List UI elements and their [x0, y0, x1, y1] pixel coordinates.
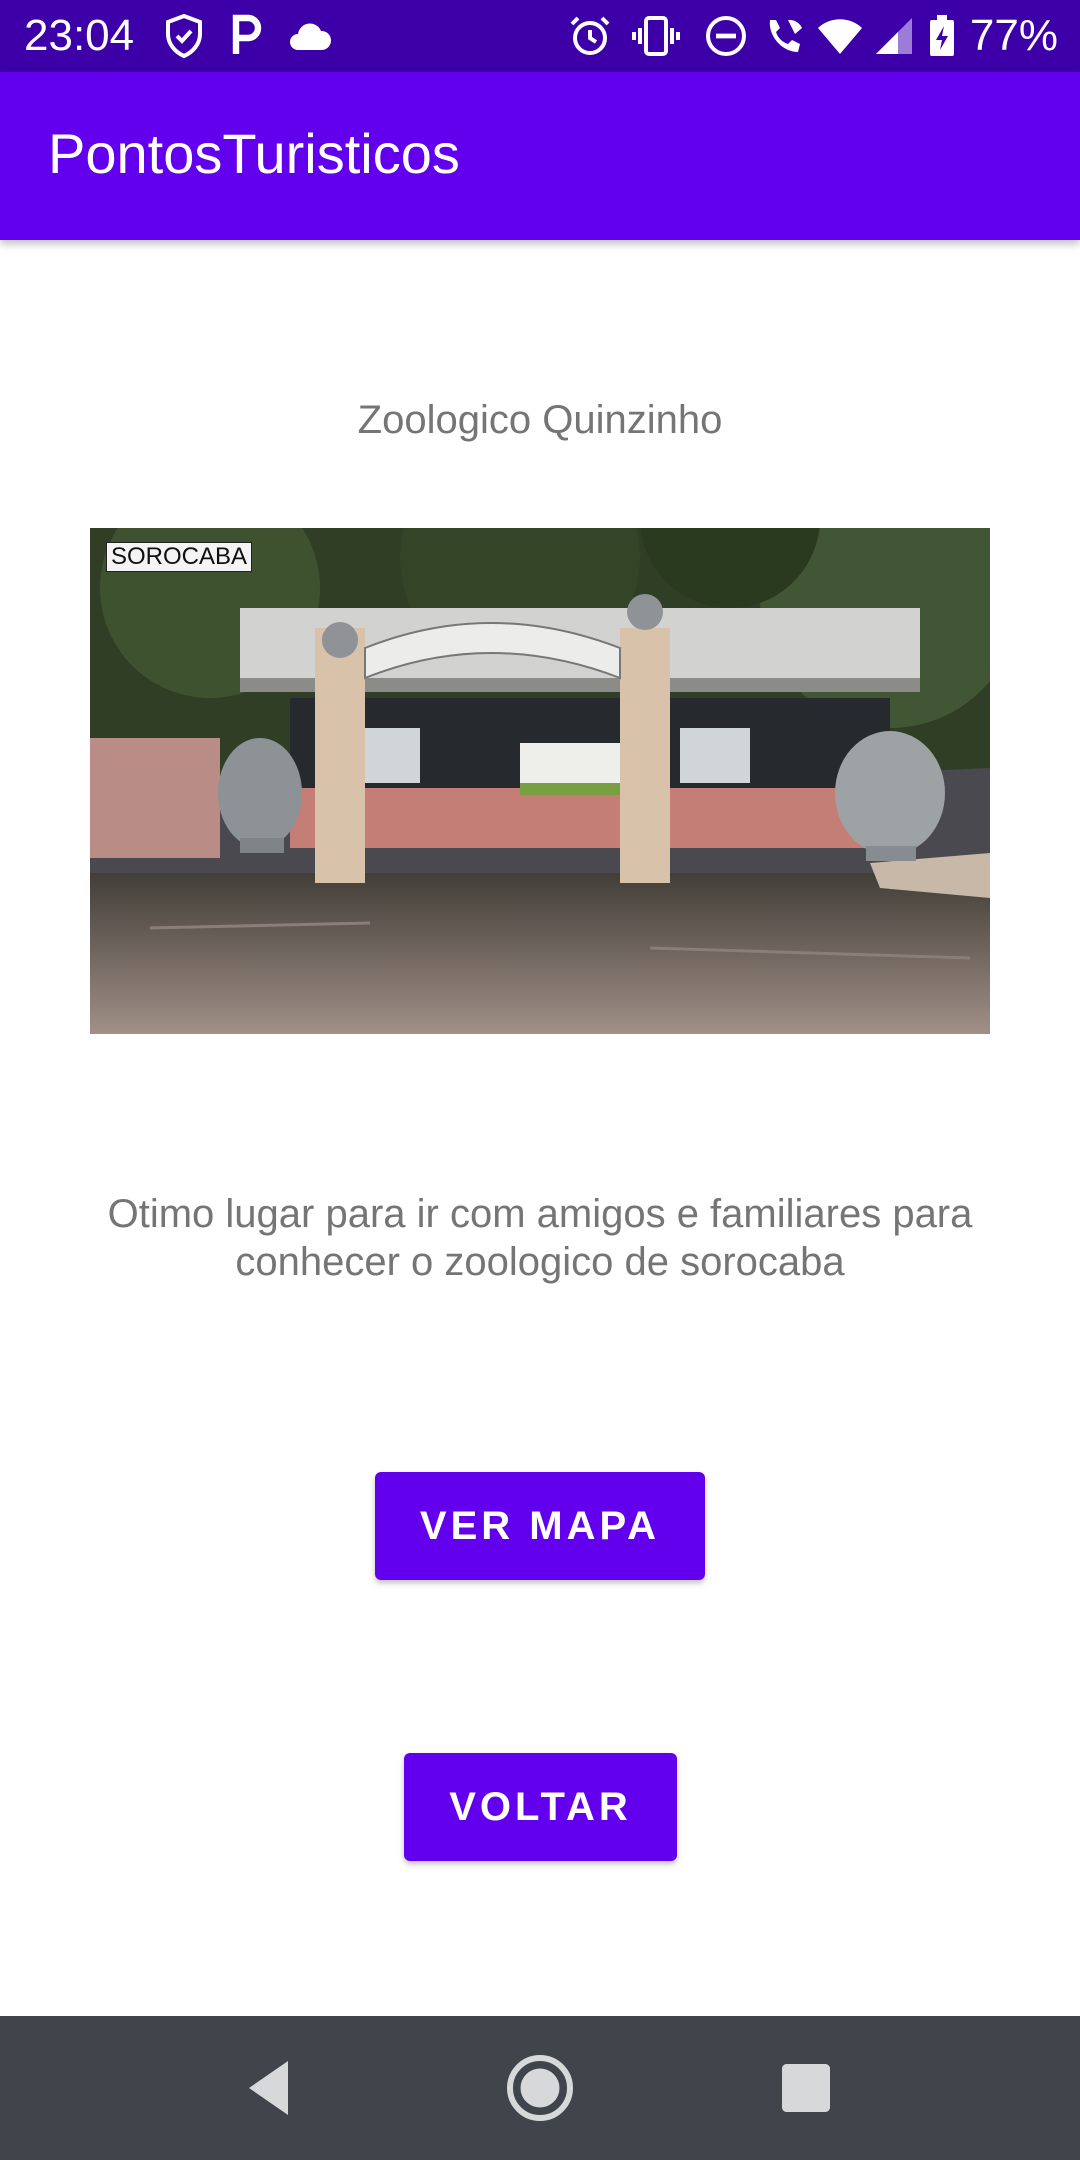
place-description: Otimo lugar para ir com amigos e familia…	[107, 1192, 973, 1284]
navigation-bar	[0, 2016, 1080, 2160]
ver-mapa-button[interactable]: VER MAPA	[375, 1472, 705, 1580]
back-triangle-icon[interactable]	[234, 2052, 306, 2124]
battery-charging-icon	[930, 15, 954, 56]
zoo-entrance-image	[90, 528, 990, 1034]
home-circle-icon[interactable]	[504, 2052, 576, 2124]
do-not-disturb-icon	[706, 16, 746, 56]
app-bar: PontosTuristicos	[0, 72, 1080, 240]
photo-caption: SOROCABA	[106, 542, 253, 572]
recents-square-icon[interactable]	[770, 2052, 842, 2124]
vibrate-icon	[632, 16, 680, 56]
wifi-calling-icon	[769, 19, 802, 52]
app-title: PontosTuristicos	[48, 122, 460, 185]
status-time: 23:04	[24, 11, 135, 60]
place-photo: SOROCABA	[90, 528, 990, 1034]
cloud-icon	[290, 23, 332, 50]
wifi-icon	[818, 19, 862, 54]
alarm-icon	[570, 16, 610, 55]
status-bar: 23:04 77%	[0, 0, 1080, 72]
battery-percentage: 77%	[969, 11, 1058, 60]
voltar-button[interactable]: VOLTAR	[404, 1753, 677, 1861]
parking-p-icon	[232, 14, 262, 54]
cell-signal-icon	[876, 18, 912, 54]
shield-check-icon	[166, 13, 202, 59]
place-title: Zoologico Quinzinho	[357, 398, 723, 442]
